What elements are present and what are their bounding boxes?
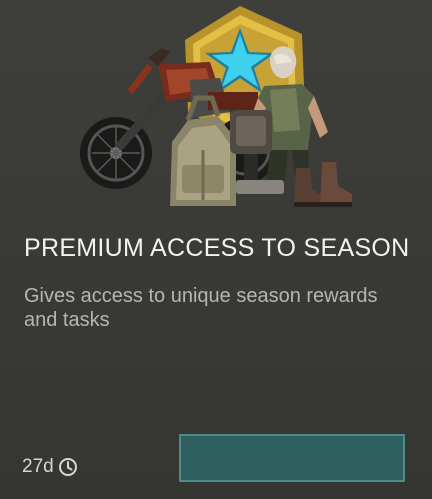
season-pass-card: PREMIUM ACCESS TO SEASON Gives access to… [0,0,432,499]
purchase-button[interactable] [179,434,405,482]
card-title: PREMIUM ACCESS TO SEASON [24,234,410,262]
season-reward-illustration [80,6,352,207]
season-timer: 27d [22,456,78,478]
boots-icon [294,162,352,207]
clock-icon [58,458,77,476]
timer-remaining: 27d [22,456,54,477]
card-description: Gives access to unique season rewards an… [24,285,378,331]
